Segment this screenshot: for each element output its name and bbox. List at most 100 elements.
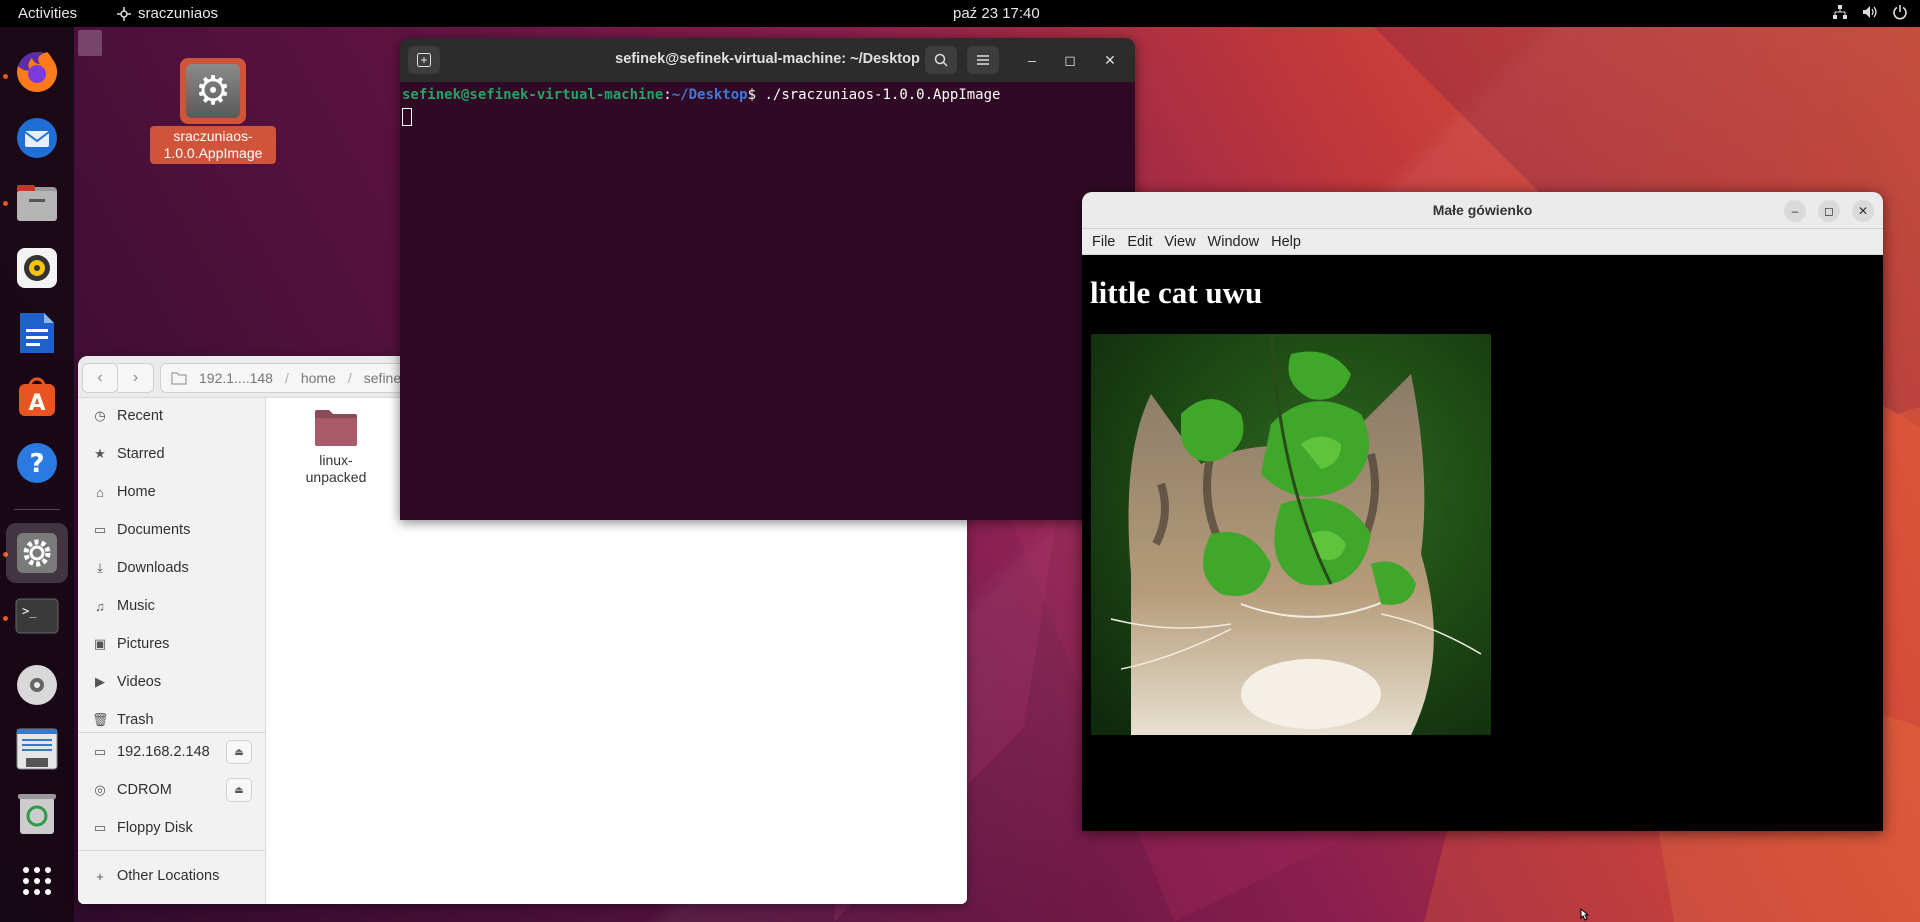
sidebar-item-label: Trash	[117, 712, 154, 728]
top-bar: Activities sraczuniaos paź 23 17:40	[0, 0, 1920, 27]
document-icon: ▭	[93, 522, 107, 537]
activities-button[interactable]: Activities	[18, 5, 77, 22]
terminal-output[interactable]: sefinek@sefinek-virtual-machine:~/Deskto…	[400, 82, 1135, 130]
sidebar-item-label: 192.168.2.148	[117, 744, 210, 760]
sidebar-item-downloads[interactable]: ⤓ Downloads	[78, 550, 266, 586]
sidebar-item-label: Downloads	[117, 560, 189, 576]
prompt-colon: :	[663, 87, 672, 103]
cat-image	[1091, 334, 1491, 735]
desktop-file-icon[interactable]	[78, 30, 102, 56]
folder-icon	[171, 372, 187, 385]
menu-edit[interactable]: Edit	[1121, 234, 1158, 250]
star-icon: ★	[94, 446, 106, 461]
document-icon[interactable]	[11, 723, 63, 775]
eject-button[interactable]: ⏏	[226, 778, 252, 802]
sidebar-item-label: Pictures	[117, 636, 170, 652]
search-button[interactable]	[925, 46, 957, 74]
forward-button[interactable]: ›	[118, 363, 154, 393]
picture-icon: ▣	[93, 636, 107, 651]
settings-icon[interactable]	[6, 523, 68, 583]
sidebar-item-recent[interactable]: ◷ Recent	[78, 398, 266, 434]
app-title: Małe gówienko	[1432, 202, 1533, 218]
chevron-right-icon: ›	[132, 369, 139, 386]
sidebar-item-music[interactable]: ♫ Music	[78, 588, 266, 624]
app-menu-label: sraczuniaos	[138, 5, 219, 22]
maximize-icon: ◻	[1064, 51, 1076, 68]
apps-grid-icon[interactable]	[11, 855, 63, 907]
files-icon[interactable]	[11, 177, 63, 229]
terminal-cursor	[402, 108, 412, 126]
sidebar-item-home[interactable]: ⌂ Home	[78, 474, 266, 510]
firefox-icon[interactable]	[11, 46, 63, 98]
menu-window[interactable]: Window	[1202, 234, 1266, 250]
close-icon: ✕	[1104, 51, 1116, 68]
eject-icon: ⏏	[234, 784, 244, 796]
sidebar-item-label: Recent	[117, 408, 163, 424]
folder-item[interactable]: linux- unpacked	[291, 408, 381, 486]
app-menu[interactable]: sraczuniaos	[116, 5, 218, 22]
desktop-appimage-icon[interactable]: ⚙ sraczuniaos-1.0.0.AppImage	[150, 58, 276, 164]
menu-help[interactable]: Help	[1265, 234, 1307, 250]
sidebar-item-videos[interactable]: ▶ Videos	[78, 664, 266, 700]
sidebar-divider	[78, 850, 266, 851]
trash-icon: 🗑	[92, 712, 109, 727]
volume-icon	[1863, 6, 1877, 18]
prompt-user: sefinek@sefinek-virtual-machine	[402, 87, 664, 103]
maximize-button[interactable]: ◻	[1054, 46, 1086, 74]
home-icon: ⌂	[96, 484, 104, 500]
plus-icon: +	[96, 868, 104, 884]
power-icon	[1893, 5, 1907, 20]
sidebar-item-pictures[interactable]: ▣ Pictures	[78, 626, 266, 662]
clock-icon: ◷	[94, 408, 106, 423]
close-icon: ✕	[1857, 204, 1869, 218]
sidebar-item-documents[interactable]: ▭ Documents	[78, 512, 266, 548]
sidebar-item-floppy[interactable]: ▭ Floppy Disk	[78, 810, 266, 846]
path-segment[interactable]: home	[301, 370, 336, 386]
sidebar-item-label: Floppy Disk	[117, 820, 193, 836]
system-tray[interactable]	[1832, 4, 1908, 20]
command-text: ./sraczuniaos-1.0.0.AppImage	[756, 87, 1001, 103]
eject-button[interactable]: ⏏	[226, 740, 252, 764]
clock[interactable]: paź 23 17:40	[953, 5, 1040, 22]
maximize-button[interactable]: ◻	[1818, 200, 1840, 222]
minimize-button[interactable]: –	[1016, 46, 1048, 74]
writer-icon[interactable]	[11, 307, 63, 359]
menu-button[interactable]	[967, 46, 999, 74]
dock-separator	[14, 509, 60, 510]
sidebar-item-label: Home	[117, 484, 156, 500]
running-indicator	[3, 616, 8, 621]
sidebar-item-network-share[interactable]: ▭ 192.168.2.148 ⏏	[78, 734, 266, 770]
terminal-icon[interactable]: >_	[11, 590, 63, 642]
sidebar-item-label: Starred	[117, 446, 165, 462]
terminal-line: sefinek@sefinek-virtual-machine:~/Deskto…	[402, 86, 1133, 104]
disc-icon: ◎	[94, 782, 106, 797]
path-separator: /	[347, 370, 352, 386]
svg-text:A: A	[28, 391, 45, 416]
path-separator: /	[284, 370, 289, 386]
sidebar-divider	[78, 732, 266, 733]
dvd-icon[interactable]	[11, 659, 63, 711]
back-button[interactable]: ‹	[82, 363, 118, 393]
help-icon[interactable]: ?	[11, 437, 63, 489]
gear-icon: ⚙	[186, 64, 240, 118]
sidebar-item-cdrom[interactable]: ◎ CDROM ⏏	[78, 772, 266, 808]
network-icon	[1833, 5, 1847, 19]
music-icon: ♫	[95, 598, 105, 614]
menu-view[interactable]: View	[1158, 234, 1201, 250]
software-icon[interactable]: A	[11, 372, 63, 424]
folder-icon: ▭	[93, 744, 107, 759]
trash-icon[interactable]	[11, 788, 63, 840]
sidebar-item-other-locations[interactable]: + Other Locations	[78, 858, 266, 894]
close-button[interactable]: ✕	[1852, 200, 1874, 222]
thunderbird-icon[interactable]	[11, 112, 63, 164]
close-button[interactable]: ✕	[1094, 46, 1126, 74]
app-window: Małe gówienko – ◻ ✕ File Edit View Windo…	[1082, 192, 1883, 831]
sidebar-item-label: Videos	[117, 674, 162, 690]
menu-file[interactable]: File	[1086, 234, 1121, 250]
rhythmbox-icon[interactable]	[11, 242, 63, 294]
minimize-button[interactable]: –	[1784, 200, 1806, 222]
terminal-window: sefinek@sefinek-virtual-machine: ~/Deskt…	[400, 38, 1135, 520]
path-segment[interactable]: 192.1....148	[199, 370, 273, 386]
dock: A ? >_	[0, 27, 74, 922]
sidebar-item-starred[interactable]: ★ Starred	[78, 436, 266, 472]
